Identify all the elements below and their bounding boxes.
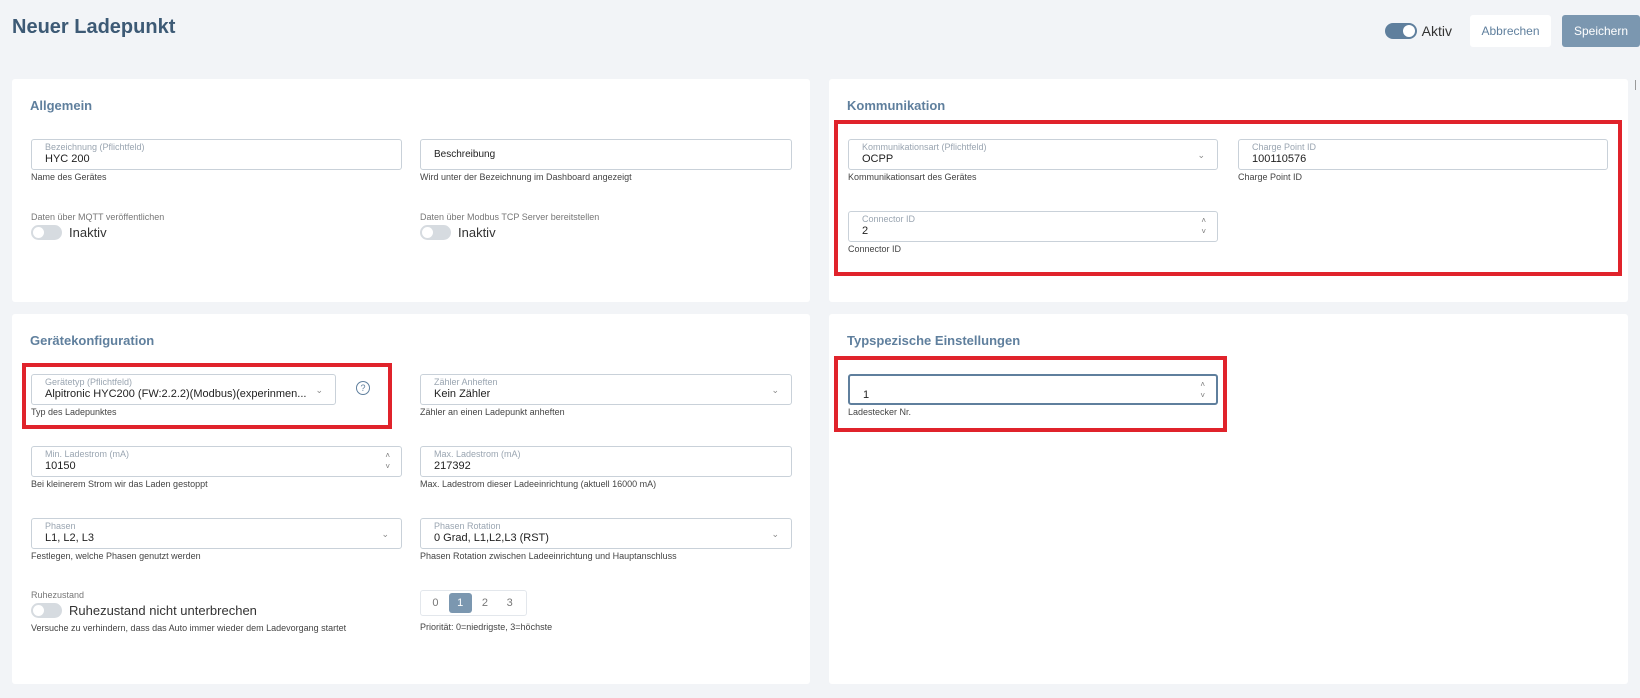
ruhezustand-helper: Versuche zu verhindern, dass das Auto im… <box>31 623 347 633</box>
zaehler-field: Zähler Anheften Kein Zähler ⌄ Zähler an … <box>420 374 792 420</box>
modbus-toggle[interactable] <box>420 225 451 240</box>
priority-button-group: 0 1 2 3 <box>420 590 527 616</box>
priority-option-0[interactable]: 0 <box>424 593 447 613</box>
zaehler-select[interactable]: Zähler Anheften Kein Zähler ⌄ <box>420 374 792 405</box>
mqtt-label: Daten über MQTT veröffentlichen <box>31 212 165 222</box>
priority-option-2[interactable]: 2 <box>474 593 497 613</box>
page-title: Neuer Ladepunkt <box>12 16 176 38</box>
bezeichnung-helper: Name des Gerätes <box>31 172 107 182</box>
ruhezustand-state: Ruhezustand nicht unterbrechen <box>69 603 257 618</box>
active-toggle-wrap: Aktiv <box>1384 23 1452 39</box>
min-strom-input[interactable]: Min. Ladestrom (mA) 10150 ˄ ˅ <box>31 446 402 477</box>
phasen-rotation-value: 0 Grad, L1,L2,L3 (RST) <box>434 532 549 544</box>
highlight-frame-geraetetyp <box>22 363 392 429</box>
phasen-select[interactable]: Phasen L1, L2, L3 ⌄ <box>31 518 402 549</box>
beschreibung-input[interactable]: Beschreibung <box>420 139 792 170</box>
priority-field: 0 1 2 3 Priorität: 0=niedrigste, 3=höchs… <box>420 590 552 632</box>
active-toggle[interactable] <box>1384 23 1417 39</box>
card-title-kommunikation: Kommunikation <box>847 98 946 113</box>
top-actions: Aktiv Abbrechen Speichern <box>1384 15 1640 47</box>
priority-option-3[interactable]: 3 <box>498 593 521 613</box>
scrollbar-edge <box>1635 80 1636 90</box>
phasen-rotation-select[interactable]: Phasen Rotation 0 Grad, L1,L2,L3 (RST) ⌄ <box>420 518 792 549</box>
max-strom-label: Max. Ladestrom (mA) <box>434 449 521 459</box>
cancel-button[interactable]: Abbrechen <box>1470 15 1551 47</box>
max-strom-helper: Max. Ladestrom dieser Ladeeinrichtung (a… <box>420 479 657 489</box>
active-label: Aktiv <box>1421 23 1452 39</box>
card-title-geraetekonfiguration: Gerätekonfiguration <box>30 333 155 348</box>
chevron-down-icon: ⌄ <box>771 385 779 395</box>
zaehler-label: Zähler Anheften <box>434 377 498 387</box>
ruhezustand-toggle[interactable] <box>31 603 62 618</box>
max-strom-field: Max. Ladestrom (mA) 217392 Max. Ladestro… <box>420 446 792 492</box>
min-strom-field: Min. Ladestrom (mA) 10150 ˄ ˅ Bei kleiner… <box>31 446 402 492</box>
phasen-value: L1, L2, L3 <box>45 532 94 544</box>
beschreibung-helper: Wird unter der Bezeichnung im Dashboard … <box>420 172 632 182</box>
card-title-typspezifisch: Typspezische Einstellungen <box>847 333 1021 348</box>
phasen-rotation-field: Phasen Rotation 0 Grad, L1,L2,L3 (RST) ⌄… <box>420 518 792 564</box>
modbus-label: Daten über Modbus TCP Server bereitstell… <box>420 212 600 222</box>
phasen-label: Phasen <box>45 521 76 531</box>
chevron-down-icon: ⌄ <box>381 529 389 539</box>
priority-option-1[interactable]: 1 <box>448 593 472 613</box>
stepper-icon[interactable]: ˄ ˅ <box>385 450 390 472</box>
ruhezustand-label: Ruhezustand <box>31 590 85 600</box>
bezeichnung-field: Bezeichnung (Pflichtfeld) HYC 200 Name d… <box>31 139 402 185</box>
max-strom-input[interactable]: Max. Ladestrom (mA) 217392 <box>420 446 792 477</box>
phasen-helper: Festlegen, welche Phasen genutzt werden <box>31 551 201 561</box>
card-allgemein: Allgemein Bezeichnung (Pflichtfeld) HYC … <box>12 79 810 302</box>
ruhezustand-field: Ruhezustand Ruhezustand nicht unterbrech… <box>31 590 346 633</box>
bezeichnung-input[interactable]: Bezeichnung (Pflichtfeld) HYC 200 <box>31 139 402 170</box>
bezeichnung-label: Bezeichnung (Pflichtfeld) <box>45 142 145 152</box>
beschreibung-placeholder: Beschreibung <box>434 149 496 160</box>
bezeichnung-value: HYC 200 <box>45 153 90 165</box>
phasen-rotation-label: Phasen Rotation <box>434 521 501 531</box>
phasen-field: Phasen L1, L2, L3 ⌄ Festlegen, welche Ph… <box>31 518 402 564</box>
modbus-state: Inaktiv <box>458 225 496 240</box>
min-strom-helper: Bei kleinerem Strom wir das Laden gestop… <box>31 479 208 489</box>
highlight-frame-ladestecker <box>834 356 1227 432</box>
max-strom-value: 217392 <box>434 460 471 472</box>
highlight-frame-kommunikation <box>834 120 1622 276</box>
priority-helper: Priorität: 0=niedrigste, 3=höchste <box>420 622 553 632</box>
chevron-down-icon: ⌄ <box>771 529 779 539</box>
mqtt-state: Inaktiv <box>69 225 107 240</box>
card-title-allgemein: Allgemein <box>30 98 93 113</box>
modbus-switch-field: Daten über Modbus TCP Server bereitstell… <box>420 212 599 240</box>
save-button[interactable]: Speichern <box>1562 15 1640 47</box>
zaehler-value: Kein Zähler <box>434 388 491 400</box>
zaehler-helper: Zähler an einen Ladepunkt anheften <box>420 407 565 417</box>
min-strom-value: 10150 <box>45 460 76 472</box>
mqtt-switch-field: Daten über MQTT veröffentlichen Inaktiv <box>31 212 164 240</box>
min-strom-label: Min. Ladestrom (mA) <box>45 449 130 459</box>
beschreibung-field: Beschreibung Wird unter der Bezeichnung … <box>420 139 792 185</box>
mqtt-toggle[interactable] <box>31 225 62 240</box>
phasen-rotation-helper: Phasen Rotation zwischen Ladeeinrichtung… <box>420 551 677 561</box>
